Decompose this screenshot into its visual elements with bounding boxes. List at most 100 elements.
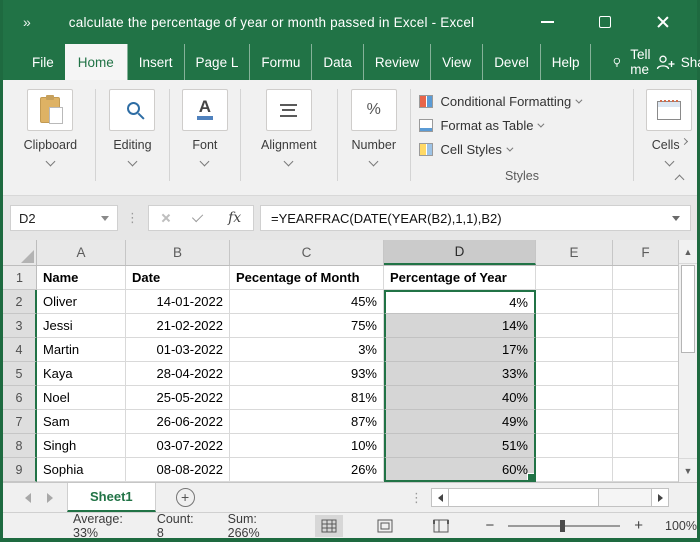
cell-B5[interactable]: 28-04-2022 (126, 362, 230, 386)
cell-B7[interactable]: 26-06-2022 (126, 410, 230, 434)
cell-D3[interactable]: 14% (384, 314, 536, 338)
column-header-C[interactable]: C (230, 240, 384, 265)
column-header-E[interactable]: E (536, 240, 613, 265)
select-all-button[interactable] (3, 240, 37, 265)
cell-A3[interactable]: Jessi (37, 314, 126, 338)
cell-C9[interactable]: 26% (230, 458, 384, 482)
vertical-scroll-track[interactable] (679, 264, 697, 458)
scroll-down-icon[interactable]: ▼ (679, 458, 697, 482)
insert-function-icon[interactable]: fx (228, 210, 241, 226)
cell-A4[interactable]: Martin (37, 338, 126, 362)
tab-view[interactable]: View (430, 44, 482, 80)
row-header-6[interactable]: 6 (3, 386, 37, 410)
row-header-1[interactable]: 1 (3, 266, 37, 290)
quick-access-toolbar-icon[interactable]: » (23, 14, 31, 30)
format-as-table-button[interactable]: Format as Table (417, 113, 626, 137)
cell-C7[interactable]: 87% (230, 410, 384, 434)
cell-C8[interactable]: 10% (230, 434, 384, 458)
maximize-button[interactable] (585, 7, 625, 37)
cell-B2[interactable]: 14-01-2022 (126, 290, 230, 314)
page-break-preview-button[interactable] (427, 515, 455, 537)
cell-D9[interactable]: 60% (384, 458, 536, 482)
cell-A9[interactable]: Sophia (37, 458, 126, 482)
cell-E8[interactable] (536, 434, 613, 458)
cell-D2[interactable]: 4% (384, 290, 536, 314)
row-header-2[interactable]: 2 (3, 290, 37, 314)
row-header-9[interactable]: 9 (3, 458, 37, 482)
share-button[interactable]: Share (656, 44, 700, 80)
tab-formulas[interactable]: Formu (249, 44, 311, 80)
column-header-B[interactable]: B (126, 240, 230, 265)
zoom-in-button[interactable]: + (628, 517, 649, 534)
minimize-button[interactable] (527, 7, 567, 37)
cell-D4[interactable]: 17% (384, 338, 536, 362)
cell-A5[interactable]: Kaya (37, 362, 126, 386)
cell-A7[interactable]: Sam (37, 410, 126, 434)
horizontal-scrollbar[interactable] (431, 488, 669, 507)
zoom-slider[interactable] (508, 525, 620, 527)
zoom-slider-thumb[interactable] (560, 520, 565, 532)
cell-E3[interactable] (536, 314, 613, 338)
cell-B4[interactable]: 01-03-2022 (126, 338, 230, 362)
editing-group[interactable]: Editing (103, 87, 162, 195)
column-header-F[interactable]: F (613, 240, 678, 265)
tab-insert[interactable]: Insert (127, 44, 184, 80)
cell-E6[interactable] (536, 386, 613, 410)
cell-E1[interactable] (536, 266, 613, 290)
vertical-scrollbar[interactable]: ▲ ▼ (678, 240, 697, 482)
cell-E5[interactable] (536, 362, 613, 386)
cell-B8[interactable]: 03-07-2022 (126, 434, 230, 458)
page-layout-button[interactable] (371, 515, 399, 537)
cell-A1[interactable]: Name (37, 266, 126, 290)
cells-group[interactable]: Cells (641, 87, 697, 195)
cell-F3[interactable] (613, 314, 678, 338)
new-sheet-button[interactable]: + (176, 488, 195, 507)
cancel-icon[interactable] (161, 213, 171, 223)
cell-F8[interactable] (613, 434, 678, 458)
name-box[interactable]: D2 (10, 205, 118, 231)
cell-A6[interactable]: Noel (37, 386, 126, 410)
number-group[interactable]: % Number (345, 87, 403, 195)
cell-C4[interactable]: 3% (230, 338, 384, 362)
cell-B1[interactable]: Date (126, 266, 230, 290)
cell-D5[interactable]: 33% (384, 362, 536, 386)
enter-icon[interactable] (192, 211, 203, 222)
row-header-5[interactable]: 5 (3, 362, 37, 386)
row-header-8[interactable]: 8 (3, 434, 37, 458)
cell-D8[interactable]: 51% (384, 434, 536, 458)
cell-E2[interactable] (536, 290, 613, 314)
horizontal-scroll-thumb[interactable] (449, 489, 599, 506)
scroll-up-icon[interactable]: ▲ (679, 240, 697, 264)
cell-C1[interactable]: Pecentage of Month (230, 266, 384, 290)
tab-data[interactable]: Data (311, 44, 363, 80)
cell-C5[interactable]: 93% (230, 362, 384, 386)
scroll-left-icon[interactable] (432, 489, 449, 506)
vertical-scroll-thumb[interactable] (681, 265, 695, 353)
tell-me-button[interactable]: Tell me (613, 44, 655, 80)
cell-D1[interactable]: Percentage of Year (384, 266, 536, 290)
cell-B6[interactable]: 25-05-2022 (126, 386, 230, 410)
cell-C6[interactable]: 81% (230, 386, 384, 410)
conditional-formatting-button[interactable]: Conditional Formatting (417, 89, 626, 113)
tab-file[interactable]: File (21, 44, 65, 80)
previous-sheet-icon[interactable] (25, 493, 31, 503)
cell-A8[interactable]: Singh (37, 434, 126, 458)
cell-F5[interactable] (613, 362, 678, 386)
cell-styles-button[interactable]: Cell Styles (417, 137, 626, 161)
clipboard-group[interactable]: Clipboard (13, 87, 88, 195)
tab-page-layout[interactable]: Page L (184, 44, 250, 80)
cell-B9[interactable]: 08-08-2022 (126, 458, 230, 482)
row-header-7[interactable]: 7 (3, 410, 37, 434)
close-button[interactable] (643, 7, 683, 37)
cell-F4[interactable] (613, 338, 678, 362)
column-header-D[interactable]: D (384, 240, 536, 265)
normal-view-button[interactable] (315, 515, 343, 537)
cell-E9[interactable] (536, 458, 613, 482)
cell-E4[interactable] (536, 338, 613, 362)
font-group[interactable]: A Font (177, 87, 233, 195)
cell-F2[interactable] (613, 290, 678, 314)
tab-help[interactable]: Help (540, 44, 592, 80)
next-sheet-icon[interactable] (47, 493, 53, 503)
cell-C2[interactable]: 45% (230, 290, 384, 314)
cell-C3[interactable]: 75% (230, 314, 384, 338)
